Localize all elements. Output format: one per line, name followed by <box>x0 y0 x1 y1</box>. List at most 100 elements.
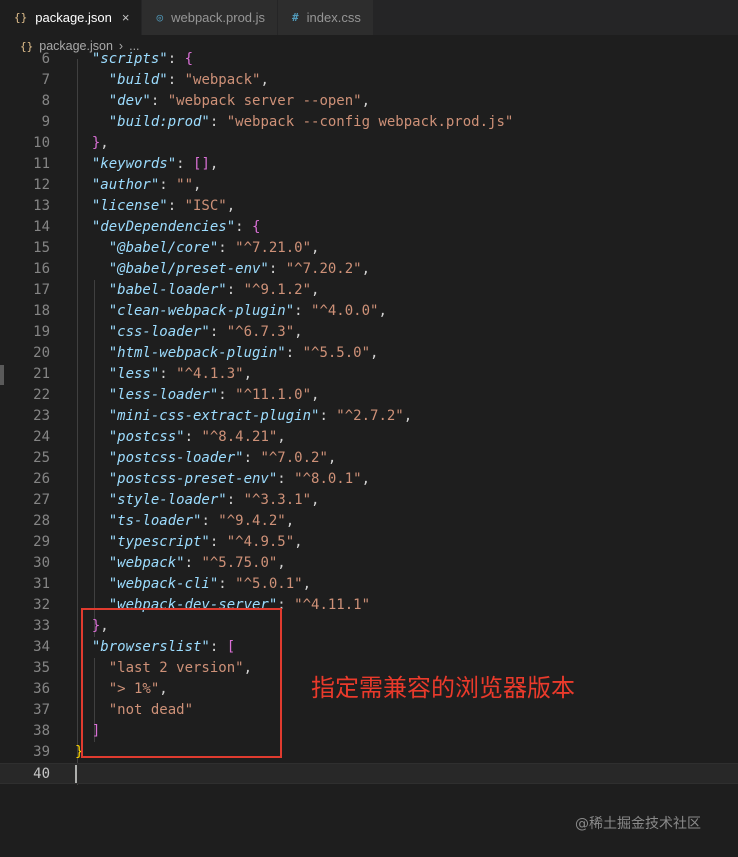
token-key: "style-loader" <box>108 492 227 508</box>
token-pun <box>75 450 109 466</box>
current-code-line[interactable]: 40 <box>0 763 738 784</box>
json-file-icon: {} <box>14 11 28 24</box>
tab-package-json[interactable]: {} package.json × <box>0 0 143 35</box>
token-key: "license" <box>91 198 168 214</box>
line-number: 15 <box>33 240 50 256</box>
token-pun <box>75 492 109 508</box>
code-text: "mini-css-extract-plugin": "^2.7.2", <box>75 406 412 427</box>
code-line[interactable]: 20 "html-webpack-plugin": "^5.5.0", <box>0 343 738 364</box>
code-text <box>75 764 77 785</box>
tab-index-css[interactable]: # index.css <box>278 0 374 35</box>
line-number: 25 <box>33 450 50 466</box>
code-line[interactable]: 22 "less-loader": "^11.1.0", <box>0 385 738 406</box>
token-pun <box>75 303 109 319</box>
line-number: 11 <box>33 156 50 172</box>
code-text: "clean-webpack-plugin": "^4.0.0", <box>75 301 387 322</box>
code-line[interactable]: 30 "webpack": "^5.75.0", <box>0 553 738 574</box>
line-number: 35 <box>33 660 50 676</box>
code-text: "ts-loader": "^9.4.2", <box>75 511 294 532</box>
token-key: "dev" <box>108 93 151 109</box>
js-file-icon: ◎ <box>156 11 164 24</box>
token-pun: : <box>167 198 185 214</box>
code-line[interactable]: 19 "css-loader": "^6.7.3", <box>0 322 738 343</box>
token-key: "author" <box>91 177 160 193</box>
tab-label: package.json <box>35 10 112 25</box>
line-number: 31 <box>33 576 50 592</box>
token-pun: : <box>218 576 236 592</box>
code-line[interactable]: 31 "webpack-cli": "^5.0.1", <box>0 574 738 595</box>
token-pun: : <box>209 114 227 130</box>
code-line[interactable]: 26 "postcss-preset-env": "^8.0.1", <box>0 469 738 490</box>
code-text: "postcss": "^8.4.21", <box>75 427 286 448</box>
token-br1: { <box>184 51 194 67</box>
token-pun: , <box>311 282 320 298</box>
line-number: 39 <box>33 744 50 760</box>
line-number: 23 <box>33 408 50 424</box>
token-pun: , <box>294 534 303 550</box>
code-text: "dev": "webpack server --open", <box>75 91 370 112</box>
code-line[interactable]: 21 "less": "^4.1.3", <box>0 364 738 385</box>
code-line[interactable]: 8 "dev": "webpack server --open", <box>0 91 738 112</box>
token-pun: , <box>361 471 371 487</box>
token-key: "html-webpack-plugin" <box>108 345 286 361</box>
token-pun: : <box>285 345 303 361</box>
code-line[interactable]: 6 "scripts": { <box>0 49 738 70</box>
code-line[interactable]: 18 "clean-webpack-plugin": "^4.0.0", <box>0 301 738 322</box>
token-key: "css-loader" <box>108 324 210 340</box>
code-line[interactable]: 24 "postcss": "^8.4.21", <box>0 427 738 448</box>
code-text: "less-loader": "^11.1.0", <box>75 385 320 406</box>
token-pun: : <box>167 72 185 88</box>
token-pun: : <box>159 366 177 382</box>
code-line[interactable]: 10 }, <box>0 133 738 154</box>
token-pun: : <box>218 387 236 403</box>
token-pun: : <box>209 534 227 550</box>
token-pun: : <box>226 282 244 298</box>
token-str: "^8.4.21" <box>201 429 278 445</box>
code-line[interactable]: 28 "ts-loader": "^9.4.2", <box>0 511 738 532</box>
token-str: "^4.0.0" <box>311 303 379 319</box>
line-number: 24 <box>33 429 50 445</box>
editor-tab-bar: {} package.json × ◎ webpack.prod.js # index.cs… <box>0 0 738 35</box>
code-line[interactable]: 13 "license": "ISC", <box>0 196 738 217</box>
code-text: "keywords": [], <box>75 154 218 175</box>
token-pun: , <box>100 135 109 151</box>
token-pun: , <box>193 177 202 193</box>
code-text: "scripts": { <box>75 49 193 70</box>
token-key: "build" <box>108 72 168 88</box>
token-pun <box>75 513 109 529</box>
line-number: 29 <box>33 534 50 550</box>
code-line[interactable]: 25 "postcss-loader": "^7.0.2", <box>0 448 738 469</box>
code-line[interactable]: 11 "keywords": [], <box>0 154 738 175</box>
tab-label: webpack.prod.js <box>171 10 266 25</box>
close-icon[interactable]: × <box>122 10 130 25</box>
token-pun: : <box>184 429 202 445</box>
token-pun: , <box>403 408 413 424</box>
code-line[interactable]: 9 "build:prod": "webpack --config webpac… <box>0 112 738 133</box>
token-pun <box>75 156 92 172</box>
token-pun: : <box>277 471 295 487</box>
token-key: "@babel/core" <box>108 240 219 256</box>
code-line[interactable]: 29 "typescript": "^4.9.5", <box>0 532 738 553</box>
tab-webpack-prod-js[interactable]: ◎ webpack.prod.js <box>142 0 279 35</box>
token-pun: : <box>184 555 202 571</box>
code-line[interactable]: 27 "style-loader": "^3.3.1", <box>0 490 738 511</box>
line-number: 30 <box>33 555 50 571</box>
token-pun: : <box>167 51 185 67</box>
token-str: "^2.7.2" <box>336 408 404 424</box>
code-line[interactable]: 7 "build": "webpack", <box>0 70 738 91</box>
token-str: "" <box>176 177 194 193</box>
token-pun: , <box>243 366 253 382</box>
code-line[interactable]: 15 "@babel/core": "^7.21.0", <box>0 238 738 259</box>
watermark: @稀土掘金技术社区 <box>575 816 701 832</box>
code-line[interactable]: 14 "devDependencies": { <box>0 217 738 238</box>
token-pun: : <box>218 240 236 256</box>
token-pun: , <box>260 72 269 88</box>
code-text: "typescript": "^4.9.5", <box>75 532 303 553</box>
code-line[interactable]: 23 "mini-css-extract-plugin": "^2.7.2", <box>0 406 738 427</box>
css-file-icon: # <box>292 11 299 24</box>
code-line[interactable]: 16 "@babel/preset-env": "^7.20.2", <box>0 259 738 280</box>
code-line[interactable]: 17 "babel-loader": "^9.1.2", <box>0 280 738 301</box>
token-str: "^9.1.2" <box>243 282 312 298</box>
code-line[interactable]: 12 "author": "", <box>0 175 738 196</box>
token-str: "^9.4.2" <box>218 513 286 529</box>
